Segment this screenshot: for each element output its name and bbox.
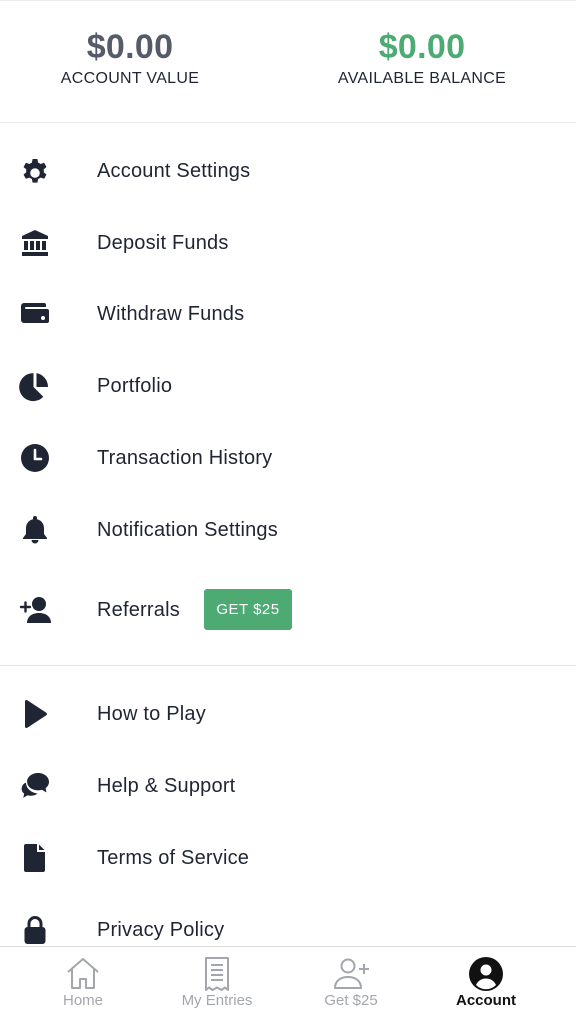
tab-account[interactable]: Account [414,947,558,1024]
wallet-icon [18,297,52,331]
menu-item-deposit-funds[interactable]: Deposit Funds [0,213,576,273]
tab-home[interactable]: Home [11,947,155,1024]
available-balance-label: AVAILABLE BALANCE [337,70,507,87]
tab-label: My Entries [181,992,253,1009]
menu-item-terms-of-service[interactable]: Terms of Service [0,828,576,888]
menu-label: Help & Support [97,774,236,797]
gear-icon [18,154,52,188]
account-value-label: ACCOUNT VALUE [60,70,200,87]
bottom-tab-bar: Home My Entries Get $25 Account [0,946,576,1024]
tab-label: Get $25 [324,992,378,1009]
pie-chart-icon [18,369,52,403]
tab-my-entries[interactable]: My Entries [145,947,289,1024]
get-25-badge-button[interactable]: GET $25 [204,589,292,630]
bank-icon [18,226,52,260]
tab-label: Account [456,992,516,1009]
bell-icon [18,513,52,547]
section-divider [0,665,576,666]
account-screen: $0.00 ACCOUNT VALUE $0.00 AVAILABLE BALA… [0,0,576,1024]
menu-label: Withdraw Funds [97,302,245,325]
document-icon [18,841,52,875]
chat-bubbles-icon [18,769,52,803]
play-icon [18,697,52,731]
menu-label: Deposit Funds [97,231,229,254]
balances-header: $0.00 ACCOUNT VALUE $0.00 AVAILABLE BALA… [0,0,576,123]
menu-label: Terms of Service [97,846,250,869]
account-value-amount: $0.00 [86,28,174,66]
menu-item-help-support[interactable]: Help & Support [0,756,576,816]
menu-label: Portfolio [97,374,173,397]
menu-label: Privacy Policy [97,918,225,941]
tab-get-25[interactable]: Get $25 [279,947,423,1024]
menu-item-withdraw-funds[interactable]: Withdraw Funds [0,284,576,344]
user-plus-icon [331,955,371,993]
account-value-block: $0.00 ACCOUNT VALUE [30,27,230,90]
available-balance-block: $0.00 AVAILABLE BALANCE [322,27,522,90]
menu-label: Referrals [97,598,180,621]
account-circle-icon [466,955,506,993]
tab-label: Home [62,992,103,1009]
menu-item-portfolio[interactable]: Portfolio [0,356,576,416]
menu-item-account-settings[interactable]: Account Settings [0,141,576,201]
menu-item-referrals[interactable]: Referrals GET $25 [0,580,576,640]
menu-label: Transaction History [97,446,273,469]
menu-label: Account Settings [97,159,251,182]
available-balance-amount: $0.00 [378,28,466,66]
lock-icon [18,913,52,947]
receipt-icon [197,955,237,993]
clock-icon [18,441,52,475]
menu-item-transaction-history[interactable]: Transaction History [0,428,576,488]
menu-item-how-to-play[interactable]: How to Play [0,684,576,744]
menu-item-notification-settings[interactable]: Notification Settings [0,500,576,560]
user-plus-icon [18,593,52,627]
menu-label: Notification Settings [97,518,278,541]
home-icon [63,955,103,993]
menu-label: How to Play [97,702,206,725]
